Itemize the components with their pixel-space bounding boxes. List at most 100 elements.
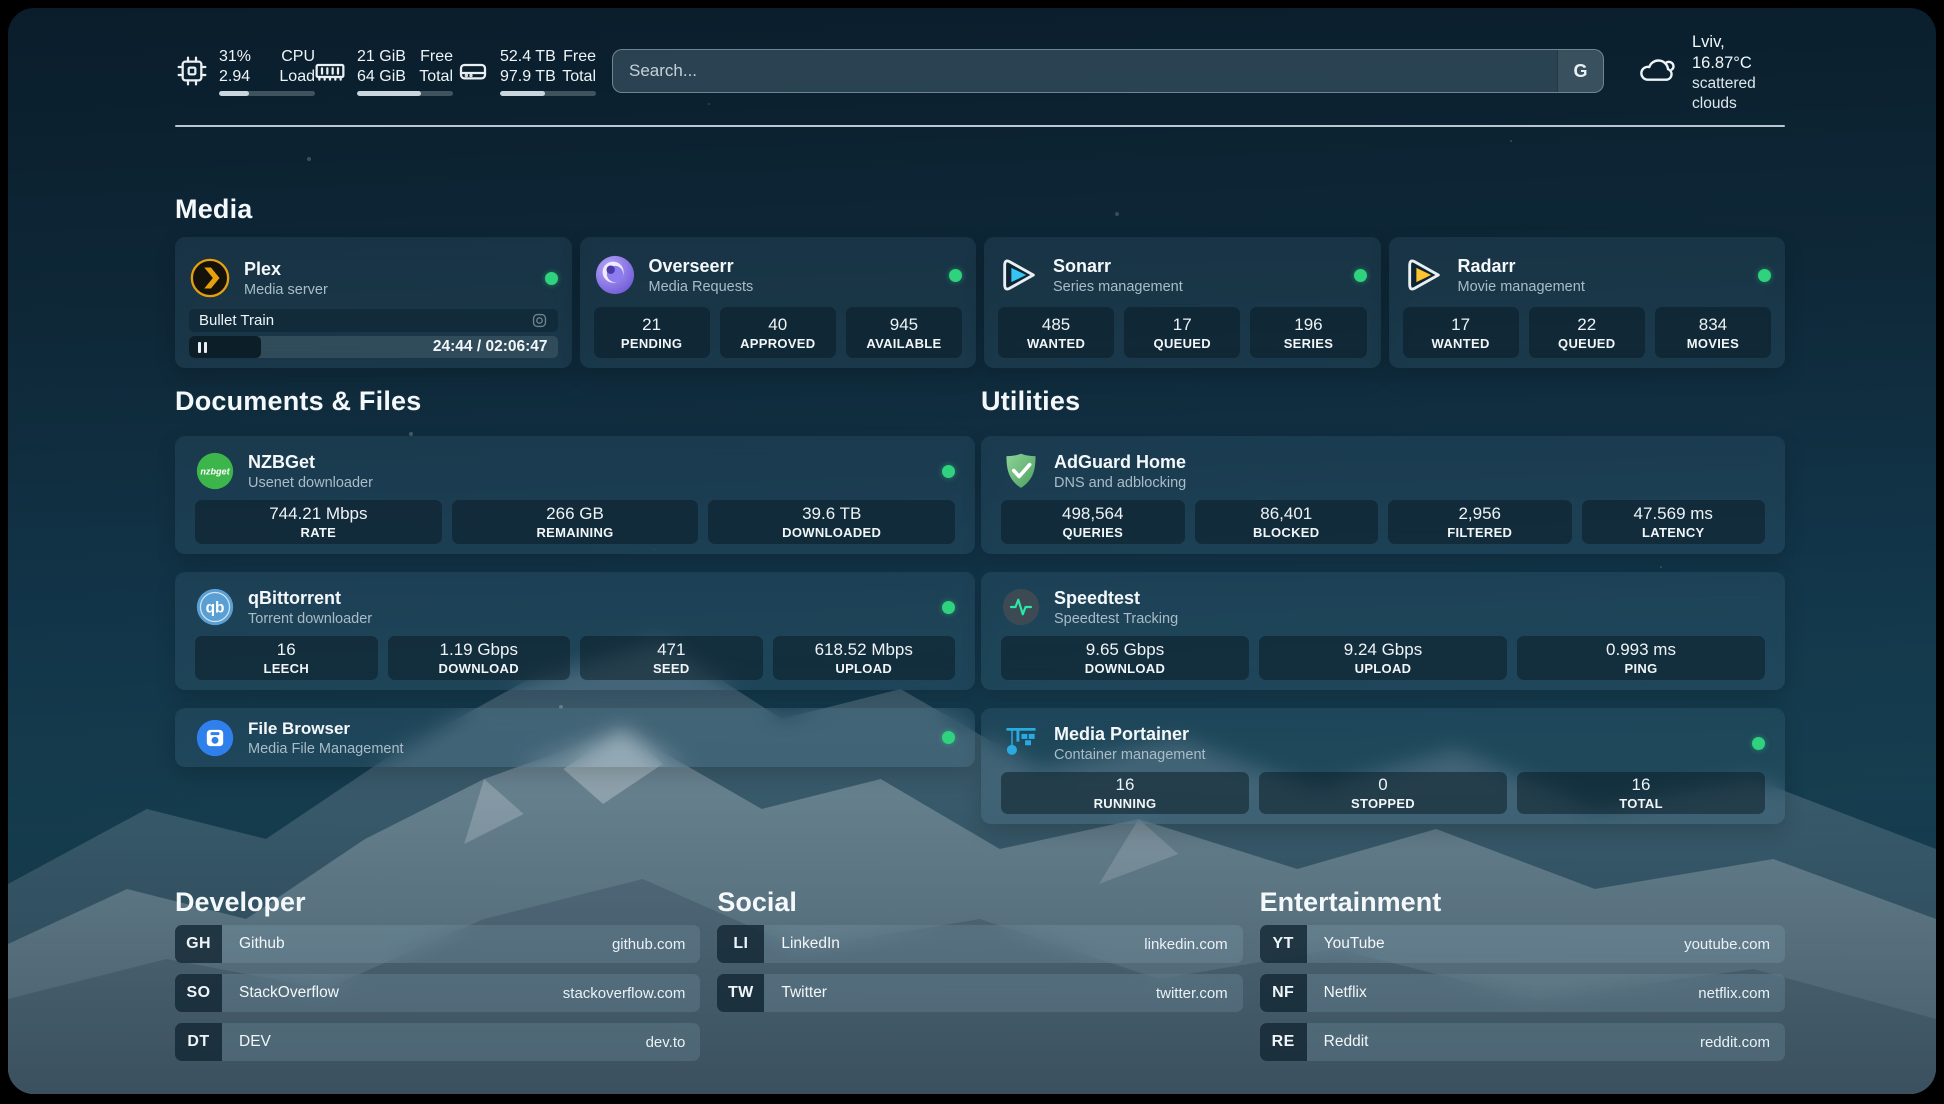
service-card-adguard[interactable]: AdGuard Home DNS and adblocking 498,564 … <box>981 436 1785 554</box>
stat-download: 1.19 Gbps DOWNLOAD <box>388 636 571 680</box>
service-desc: Usenet downloader <box>248 474 373 492</box>
stat-queued: 22 QUEUED <box>1529 307 1645 358</box>
service-card-filebrowser[interactable]: File Browser Media File Management <box>175 708 975 767</box>
section-title-media: Media <box>175 194 253 225</box>
bookmark-abbr: SO <box>175 974 222 1012</box>
video-icon <box>531 312 548 329</box>
bookmark-dev[interactable]: DT DEV dev.to <box>175 1023 700 1061</box>
bookmark-abbr: RE <box>1260 1023 1307 1061</box>
header-divider <box>175 125 1785 127</box>
bookmark-url: youtube.com <box>1684 936 1785 953</box>
bookmark-name: Netflix <box>1307 984 1367 1002</box>
cpu-load-value: 2.94 <box>219 67 250 87</box>
memory-icon <box>313 54 347 88</box>
adguard-icon <box>1001 451 1041 491</box>
weather-location-temp: Lviv, 16.87°C <box>1692 32 1785 74</box>
service-card-speedtest[interactable]: Speedtest Speedtest Tracking 9.65 Gbps D… <box>981 572 1785 690</box>
stat-ping: 0.993 ms PING <box>1517 636 1765 680</box>
bookmark-reddit[interactable]: RE Reddit reddit.com <box>1260 1023 1785 1061</box>
disk-monitor: 52.4 TBFree 97.9 TBTotal <box>456 42 596 100</box>
stat-available: 945 AVAILABLE <box>846 307 962 358</box>
bookmark-group-social: Social LI LinkedIn linkedin.com TW Twitt… <box>717 886 1242 1072</box>
dashboard-screen: 31%CPU 2.94Load 21 GiBFree 64 GiBTotal <box>8 8 1936 1094</box>
service-card-qbittorrent[interactable]: qb qBittorrent Torrent downloader 16 LEE… <box>175 572 975 690</box>
cpu-monitor: 31%CPU 2.94Load <box>175 42 315 100</box>
bookmark-name: DEV <box>222 1033 271 1051</box>
service-desc: Container management <box>1054 746 1206 764</box>
svg-text:nzbget: nzbget <box>200 467 230 477</box>
memory-free-label: Free <box>420 47 453 67</box>
stat-wanted: 17 WANTED <box>1403 307 1519 358</box>
service-name: Radarr <box>1458 255 1585 278</box>
service-name: Plex <box>244 258 328 281</box>
now-playing-row: Bullet Train <box>189 309 558 332</box>
bookmark-url: netflix.com <box>1698 985 1785 1002</box>
stat-remaining: 266 GB REMAINING <box>452 500 699 544</box>
bookmark-name: LinkedIn <box>764 935 840 953</box>
section-title-developer: Developer <box>175 886 700 918</box>
bookmark-url: dev.to <box>646 1034 701 1051</box>
bookmark-youtube[interactable]: YT YouTube youtube.com <box>1260 925 1785 963</box>
search-input[interactable] <box>613 50 1557 92</box>
service-card-overseerr[interactable]: Overseerr Media Requests 21 PENDING 40 A… <box>580 237 977 368</box>
service-card-nzbget[interactable]: nzbget NZBGet Usenet downloader 744.21 M… <box>175 436 975 554</box>
playback-time: 24:44 / 02:06:47 <box>433 337 548 357</box>
weather-condition: scattered clouds <box>1692 74 1785 114</box>
bookmark-netflix[interactable]: NF Netflix netflix.com <box>1260 974 1785 1012</box>
radarr-icon <box>1403 254 1445 296</box>
bookmark-github[interactable]: GH Github github.com <box>175 925 700 963</box>
overseerr-icon <box>594 254 636 296</box>
service-name: Media Portainer <box>1054 723 1206 746</box>
pause-icon <box>198 342 207 353</box>
stat-leech: 16 LEECH <box>195 636 378 680</box>
service-desc: Series management <box>1053 278 1183 296</box>
media-cards-row: Plex Media server Bullet Train <box>175 237 1785 368</box>
bookmark-name: Twitter <box>764 984 827 1002</box>
section-title-social: Social <box>717 886 1242 918</box>
plex-icon <box>189 257 231 299</box>
stat-upload: 9.24 Gbps UPLOAD <box>1259 636 1507 680</box>
bookmark-abbr: TW <box>717 974 764 1012</box>
service-name: Speedtest <box>1054 587 1178 610</box>
bookmark-abbr: GH <box>175 925 222 963</box>
cpu-usage-bar <box>219 91 315 96</box>
bookmark-twitter[interactable]: TW Twitter twitter.com <box>717 974 1242 1012</box>
bookmark-group-entertainment: Entertainment YT YouTube youtube.com NF … <box>1260 886 1785 1072</box>
service-card-radarr[interactable]: Radarr Movie management 17 WANTED 22 QUE… <box>1389 237 1786 368</box>
stat-series: 196 SERIES <box>1250 307 1366 358</box>
memory-usage-bar <box>357 91 453 96</box>
stat-queries: 498,564 QUERIES <box>1001 500 1185 544</box>
disk-icon <box>456 54 490 88</box>
status-dot <box>942 601 955 614</box>
service-card-sonarr[interactable]: Sonarr Series management 485 WANTED 17 Q… <box>984 237 1381 368</box>
bookmark-name: StackOverflow <box>222 984 339 1002</box>
bookmark-name: Github <box>222 935 285 953</box>
header: 31%CPU 2.94Load 21 GiBFree 64 GiBTotal <box>175 42 1785 104</box>
service-name: AdGuard Home <box>1054 451 1186 474</box>
service-card-plex[interactable]: Plex Media server Bullet Train <box>175 237 572 368</box>
status-dot <box>1758 269 1771 282</box>
disk-total-label: Total <box>562 67 596 87</box>
bookmark-abbr: DT <box>175 1023 222 1061</box>
section-title-entertainment: Entertainment <box>1260 886 1785 918</box>
bookmark-linkedin[interactable]: LI LinkedIn linkedin.com <box>717 925 1242 963</box>
stat-total: 16 TOTAL <box>1517 772 1765 814</box>
bookmark-name: Reddit <box>1307 1033 1369 1051</box>
speedtest-icon <box>1001 587 1041 627</box>
bookmark-url: github.com <box>612 936 700 953</box>
bookmark-stackoverflow[interactable]: SO StackOverflow stackoverflow.com <box>175 974 700 1012</box>
service-name: Sonarr <box>1053 255 1183 278</box>
stat-approved: 40 APPROVED <box>720 307 836 358</box>
service-card-portainer[interactable]: Media Portainer Container management 16 … <box>981 708 1785 824</box>
search-engine-button[interactable]: G <box>1557 50 1603 92</box>
cloud-icon <box>1635 49 1679 98</box>
cpu-usage-value: 31% <box>219 47 251 67</box>
status-dot <box>942 465 955 478</box>
disk-free-label: Free <box>563 47 596 67</box>
stat-downloaded: 39.6 TB DOWNLOADED <box>708 500 955 544</box>
service-name: Overseerr <box>649 255 754 278</box>
bookmark-name: YouTube <box>1307 935 1385 953</box>
bookmark-group-developer: Developer GH Github github.com SO StackO… <box>175 886 700 1072</box>
stat-wanted: 485 WANTED <box>998 307 1114 358</box>
service-desc: Media Requests <box>649 278 754 296</box>
